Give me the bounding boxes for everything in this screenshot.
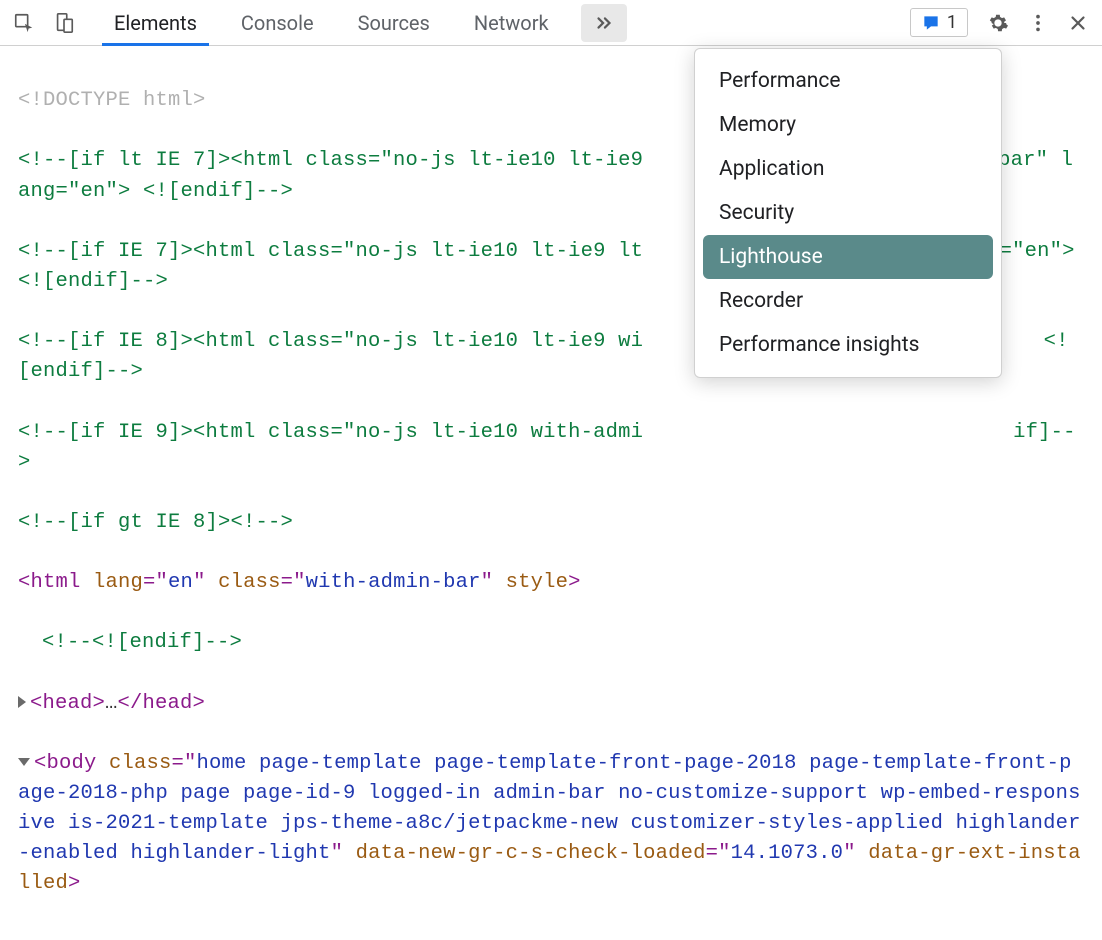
issues-badge[interactable]: 1 [910, 8, 968, 37]
settings-button[interactable] [978, 3, 1018, 43]
issues-count: 1 [947, 12, 957, 33]
more-panels-dropdown: Performance Memory Application Security … [694, 48, 1002, 378]
code-line[interactable]: <html lang="en" class="with-admin-bar" s… [18, 568, 1084, 598]
collapse-triangle-icon[interactable] [18, 758, 30, 766]
device-toolbar-button[interactable] [44, 3, 84, 43]
dropdown-item-lighthouse[interactable]: Lighthouse [703, 235, 993, 279]
kebab-icon [1027, 12, 1049, 34]
code-line[interactable]: <!--[if gt IE 8]><!--> [18, 508, 1084, 538]
kebab-menu-button[interactable] [1018, 3, 1058, 43]
gear-icon [987, 12, 1009, 34]
dropdown-item-performance[interactable]: Performance [703, 59, 993, 103]
code-line[interactable]: <head>…</head> [18, 689, 1084, 719]
close-devtools-button[interactable] [1058, 3, 1098, 43]
expand-triangle-icon[interactable] [18, 696, 26, 708]
dropdown-item-memory[interactable]: Memory [703, 103, 993, 147]
dropdown-item-recorder[interactable]: Recorder [703, 279, 993, 323]
tab-elements[interactable]: Elements [92, 0, 219, 45]
close-icon [1067, 12, 1089, 34]
dropdown-item-application[interactable]: Application [703, 147, 993, 191]
tab-network[interactable]: Network [452, 0, 571, 45]
tab-console[interactable]: Console [219, 0, 336, 45]
tab-sources[interactable]: Sources [336, 0, 452, 45]
inspect-element-button[interactable] [4, 3, 44, 43]
code-line[interactable]: <!--<![endif]--> [42, 628, 1084, 658]
dropdown-item-performance-insights[interactable]: Performance insights [703, 323, 993, 367]
message-icon [921, 13, 941, 33]
dropdown-item-security[interactable]: Security [703, 191, 993, 235]
code-line[interactable]: <!--[if IE 9]><html class="no-js lt-ie10… [18, 418, 1084, 478]
more-tabs-button[interactable] [581, 4, 627, 42]
devtools-toolbar: Elements Console Sources Network 1 [0, 0, 1102, 46]
panel-tabs: Elements Console Sources Network [92, 0, 571, 45]
code-line[interactable]: <body class="home page-template page-tem… [18, 749, 1084, 900]
